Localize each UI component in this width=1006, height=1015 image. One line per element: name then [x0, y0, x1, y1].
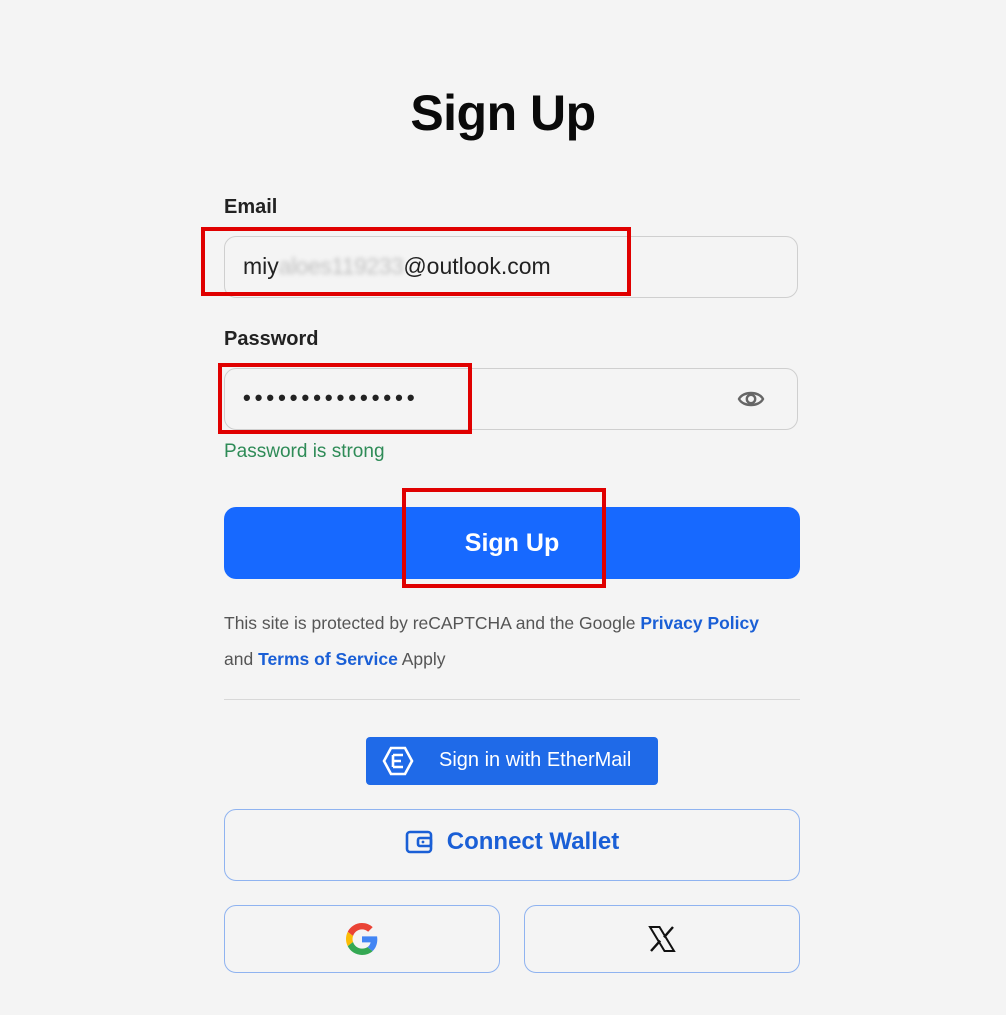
- email-value: miyaloes119233@outlook.com: [243, 253, 551, 280]
- legal-text-after: Apply: [397, 649, 446, 669]
- recaptcha-notice: This site is protected by reCAPTCHA and …: [224, 605, 800, 677]
- legal-text-before: This site is protected by reCAPTCHA and …: [224, 613, 641, 633]
- connect-wallet-label: Connect Wallet: [446, 828, 620, 855]
- ethermail-sign-in-button[interactable]: Sign in with EtherMail: [366, 737, 658, 785]
- password-field[interactable]: •••••••••••••••: [224, 368, 798, 430]
- connect-wallet-button[interactable]: Connect Wallet: [224, 809, 800, 881]
- sign-up-button[interactable]: Sign Up: [224, 507, 800, 579]
- page-title: Sign Up: [410, 85, 596, 141]
- eye-icon[interactable]: [737, 388, 765, 410]
- email-field[interactable]: miyaloes119233@outlook.com: [224, 236, 798, 298]
- legal-text-and: and: [224, 649, 259, 669]
- google-sign-in-button[interactable]: [224, 905, 500, 973]
- password-label: Password: [224, 328, 319, 350]
- privacy-policy-link[interactable]: Privacy Policy: [640, 613, 759, 633]
- wallet-icon: [405, 830, 433, 854]
- divider: [224, 699, 800, 700]
- ethermail-logo-icon: [382, 746, 414, 776]
- password-strength-message: Password is strong: [224, 441, 385, 462]
- ethermail-label: Sign in with EtherMail: [439, 749, 632, 771]
- terms-of-service-link[interactable]: Terms of Service: [258, 649, 398, 669]
- x-sign-in-button[interactable]: [524, 905, 800, 973]
- email-value-suffix: @outlook.com: [403, 253, 551, 279]
- password-value: •••••••••••••••: [243, 385, 419, 410]
- google-logo-icon: [346, 923, 378, 955]
- email-value-prefix: miy: [243, 253, 279, 279]
- email-redacted: aloes119233: [278, 253, 404, 279]
- x-logo-icon: [648, 926, 676, 952]
- email-label: Email: [224, 196, 278, 218]
